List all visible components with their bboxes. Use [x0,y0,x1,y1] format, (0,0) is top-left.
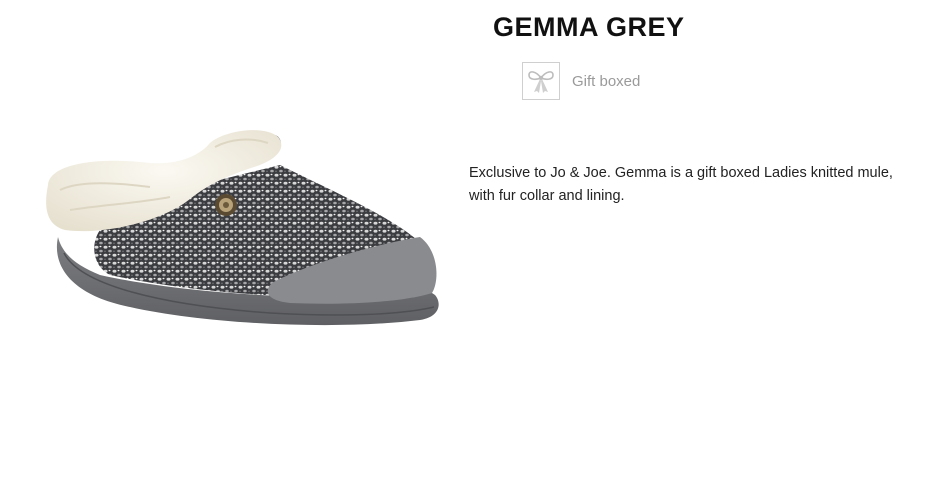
product-image [40,125,445,340]
bow-icon [522,62,560,100]
product-description: Exclusive to Jo & Joe. Gemma is a gift b… [469,165,893,204]
product-title: GEMMA GREY [493,12,685,42]
slipper-image [46,130,439,326]
gift-boxed-badge: Gift boxed [522,61,640,101]
gift-boxed-label: Gift boxed [572,72,641,90]
